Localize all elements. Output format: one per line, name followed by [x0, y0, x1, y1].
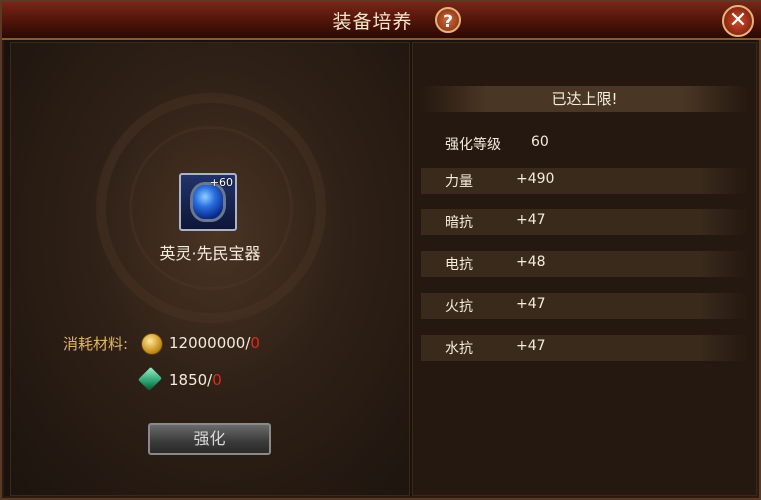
title-bar: 装备培养 ? ✕ [2, 2, 761, 40]
stat-row: 力量 +490 [421, 168, 748, 194]
window-title: 装备培养 [332, 11, 413, 33]
question-icon: ? [443, 12, 453, 32]
stat-value: +48 [516, 254, 546, 270]
stat-label: 电抗 [445, 257, 473, 273]
stat-label: 暗抗 [445, 215, 473, 231]
gold-owned: 0 [250, 334, 260, 352]
close-button[interactable]: ✕ [722, 5, 754, 37]
close-icon: ✕ [728, 8, 748, 33]
item-panel: +60 英灵·先民宝器 消耗材料: 12000000/0 1850/0 强化 [10, 42, 410, 496]
crystal-owned: 0 [212, 371, 222, 389]
crystal-cost-amount: 1850/ [169, 371, 213, 389]
help-button[interactable]: ? [435, 7, 461, 33]
blue-gem-amulet-icon [193, 185, 223, 219]
cost-label: 消耗材料: [63, 335, 129, 353]
stat-value: +47 [516, 296, 546, 312]
stat-value: +490 [516, 171, 555, 187]
item-level-badge: +60 [209, 176, 233, 189]
gold-cost-amount: 12000000/ [169, 334, 251, 352]
stat-row: 强化等级 60 [421, 131, 748, 157]
stat-label: 水抗 [445, 341, 473, 357]
stat-row: 电抗 +48 [421, 251, 748, 277]
green-crystal-icon [137, 366, 163, 392]
max-level-banner: 已达上限! [421, 86, 748, 112]
crystal-cost: 1850/0 [169, 371, 222, 389]
stat-label: 强化等级 [445, 137, 501, 153]
stat-row: 暗抗 +47 [421, 209, 748, 235]
stat-value: +47 [516, 338, 546, 354]
stat-row: 火抗 +47 [421, 293, 748, 319]
enhance-button[interactable]: 强化 [148, 423, 271, 455]
stat-label: 火抗 [445, 299, 473, 315]
item-name: 英灵·先民宝器 [159, 244, 261, 263]
item-slot[interactable]: +60 [179, 173, 237, 231]
gold-coin-icon [141, 333, 163, 355]
stat-row: 水抗 +47 [421, 335, 748, 361]
stat-value: 60 [531, 134, 549, 150]
equipment-window: 装备培养 ? ✕ +60 英灵·先民宝器 消耗材料: 12000000/0 18… [0, 0, 761, 500]
gold-cost: 12000000/0 [169, 334, 260, 352]
stats-panel: 已达上限! 强化等级 60 力量 +490 暗抗 +47 电抗 +48 火抗 +… [412, 42, 757, 496]
stat-value: +47 [516, 212, 546, 228]
stat-label: 力量 [445, 174, 473, 190]
